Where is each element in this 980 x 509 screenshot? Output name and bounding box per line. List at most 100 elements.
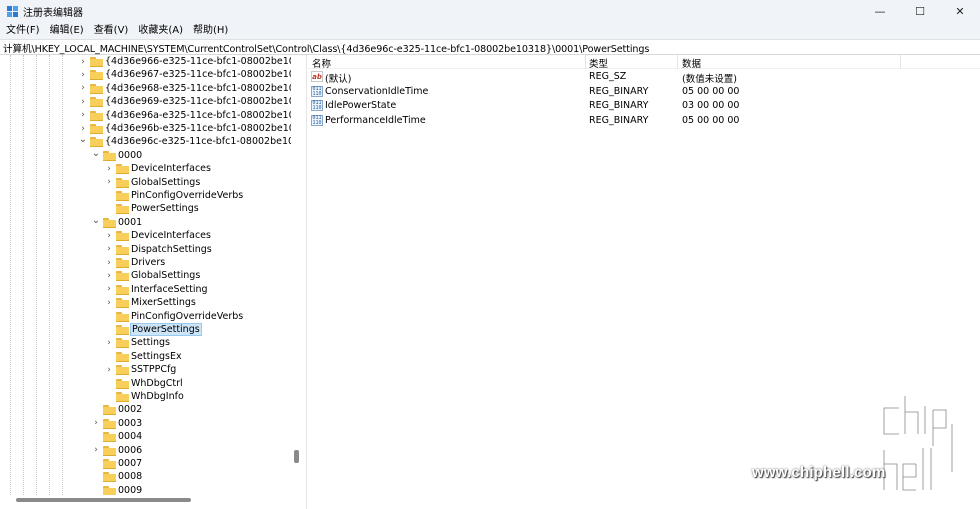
chevron-right-icon[interactable]: ›	[78, 68, 88, 81]
tree-vertical-scrollbar[interactable]	[291, 55, 303, 495]
tree-node[interactable]: ⌄ 0001	[0, 214, 291, 229]
value-row[interactable]: 011 110 ConservationIdleTime REG_BINARY …	[308, 85, 980, 99]
chevron-right-icon[interactable]: ›	[104, 176, 114, 189]
tree-node[interactable]: 0002	[0, 403, 291, 416]
folder-icon	[116, 338, 129, 349]
tree-node[interactable]: 0007	[0, 457, 291, 470]
chevron-right-icon[interactable]: ›	[78, 82, 88, 95]
value-name: ConservationIdleTime	[325, 85, 429, 97]
chevron-right-icon[interactable]: ›	[104, 269, 114, 282]
folder-icon	[90, 97, 103, 108]
column-divider[interactable]	[900, 55, 901, 69]
tree-node[interactable]: › GlobalSettings	[0, 176, 291, 189]
tree-node[interactable]: › DispatchSettings	[0, 243, 291, 256]
menu-favorites[interactable]: 收藏夹(A)	[133, 24, 188, 38]
menu-file[interactable]: 文件(F)	[0, 24, 45, 38]
tree-node[interactable]: WhDbgInfo	[0, 390, 291, 403]
chevron-right-icon[interactable]: ›	[78, 55, 88, 68]
binary-value-icon: 011 110	[311, 85, 323, 97]
chevron-right-icon[interactable]: ›	[104, 336, 114, 349]
column-header-type[interactable]: 类型	[589, 56, 608, 70]
address-bar[interactable]: 计算机\HKEY_LOCAL_MACHINE\SYSTEM\CurrentCon…	[0, 39, 980, 55]
value-data: 05 00 00 00	[682, 114, 740, 126]
binary-value-icon: 011 110	[311, 114, 323, 126]
tree-node[interactable]: › GlobalSettings	[0, 269, 291, 282]
chevron-right-icon[interactable]: ›	[91, 417, 101, 430]
folder-icon	[90, 83, 103, 94]
chevron-down-icon[interactable]: ⌄	[91, 147, 101, 160]
value-type: REG_BINARY	[589, 85, 649, 97]
chevron-right-icon[interactable]: ›	[104, 283, 114, 296]
folder-icon	[116, 231, 129, 242]
tree-node-label: PowerSettings	[131, 203, 199, 215]
tree-node-label: DeviceInterfaces	[131, 163, 211, 175]
column-header-data[interactable]: 数据	[682, 56, 701, 70]
column-divider[interactable]	[585, 55, 586, 69]
tree-node[interactable]: › MixerSettings	[0, 296, 291, 309]
value-row[interactable]: ab (默认) REG_SZ (数值未设置)	[308, 70, 980, 85]
chevron-right-icon[interactable]: ›	[104, 256, 114, 269]
column-divider[interactable]	[677, 55, 678, 69]
tree-node[interactable]: PowerSettings	[0, 202, 291, 215]
tree-node[interactable]: › SSTPPCfg	[0, 363, 291, 376]
tree-node[interactable]: ⌄ 0000	[0, 147, 291, 162]
folder-icon	[116, 298, 129, 309]
value-row[interactable]: 011 110 PerformanceIdleTime REG_BINARY 0…	[308, 114, 980, 128]
pane-splitter[interactable]	[306, 55, 307, 509]
tree-node[interactable]: › Drivers	[0, 256, 291, 269]
tree-node[interactable]: › DeviceInterfaces	[0, 162, 291, 175]
menu-edit[interactable]: 编辑(E)	[45, 24, 89, 38]
tree-node[interactable]: ⌄ {4d36e96c-e325-11ce-bfc1-08002be103	[0, 133, 300, 148]
tree-node[interactable]: SettingsEx	[0, 350, 291, 363]
tree-node-label-selected: PowerSettings	[130, 323, 202, 336]
value-name: IdlePowerState	[325, 100, 397, 111]
tree-node[interactable]: › {4d36e969-e325-11ce-bfc1-08002be103	[0, 95, 301, 108]
tree-node-label: DispatchSettings	[131, 243, 212, 255]
tree-node[interactable]: WhDbgCtrl	[0, 377, 291, 390]
chevron-down-icon[interactable]: ⌄	[91, 214, 101, 227]
chevron-right-icon[interactable]: ›	[91, 444, 101, 457]
menu-view[interactable]: 查看(V)	[89, 24, 134, 38]
tree-horizontal-scrollbar[interactable]	[0, 495, 291, 505]
column-header-name[interactable]: 名称	[312, 56, 331, 70]
tree-node[interactable]: PinConfigOverrideVerbs	[0, 189, 291, 202]
tree-horizontal-scroll-thumb[interactable]	[16, 498, 191, 502]
tree-node[interactable]: 0008	[0, 470, 291, 483]
tree-node[interactable]: › {4d36e96b-e325-11ce-bfc1-08002be103	[0, 122, 301, 135]
folder-icon	[103, 150, 116, 161]
tree-node[interactable]: › DeviceInterfaces	[0, 229, 291, 242]
tree-node[interactable]: › InterfaceSetting	[0, 283, 291, 296]
tree-node[interactable]: › {4d36e968-e325-11ce-bfc1-08002be103	[0, 82, 301, 95]
chevron-right-icon[interactable]: ›	[78, 109, 88, 122]
chevron-right-icon[interactable]: ›	[104, 229, 114, 242]
menu-help[interactable]: 帮助(H)	[188, 24, 233, 38]
tree-vertical-scroll-thumb[interactable]	[294, 450, 299, 463]
close-button[interactable]: ✕	[940, 0, 980, 23]
tree-node[interactable]: › 0006	[0, 444, 291, 457]
folder-icon	[116, 311, 129, 322]
minimize-button[interactable]: —	[860, 0, 900, 23]
maximize-button[interactable]: ☐	[900, 0, 940, 23]
tree-node[interactable]: › {4d36e966-e325-11ce-bfc1-08002be103	[0, 55, 301, 68]
tree-node-label: MixerSettings	[131, 297, 196, 309]
folder-icon	[103, 217, 116, 228]
tree-node-label: {4d36e966-e325-11ce-bfc1-08002be103	[105, 56, 301, 67]
tree-node[interactable]: › Settings	[0, 336, 291, 349]
title-bar: 注册表编辑器 — ☐ ✕	[0, 0, 980, 23]
tree-node[interactable]: PowerSettings	[0, 323, 291, 336]
tree-node-label: {4d36e96c-e325-11ce-bfc1-08002be103	[105, 136, 301, 148]
tree-node[interactable]: › 0003	[0, 417, 291, 430]
chevron-right-icon[interactable]: ›	[78, 95, 88, 108]
tree-node[interactable]: › {4d36e967-e325-11ce-bfc1-08002be103	[0, 68, 301, 81]
chevron-down-icon[interactable]: ⌄	[78, 133, 88, 146]
chevron-right-icon[interactable]: ›	[104, 363, 114, 376]
chevron-right-icon[interactable]: ›	[104, 243, 114, 256]
tree-node-label: Drivers	[131, 257, 166, 268]
tree-node[interactable]: PinConfigOverrideVerbs	[0, 310, 291, 323]
chevron-right-icon[interactable]: ›	[104, 296, 114, 309]
tree-node[interactable]: › {4d36e96a-e325-11ce-bfc1-08002be103	[0, 109, 301, 122]
window-controls: — ☐ ✕	[860, 0, 980, 23]
tree-node[interactable]: 0004	[0, 430, 291, 443]
chevron-right-icon[interactable]: ›	[104, 162, 114, 175]
value-row[interactable]: 011 110 IdlePowerState REG_BINARY 03 00 …	[308, 99, 980, 113]
